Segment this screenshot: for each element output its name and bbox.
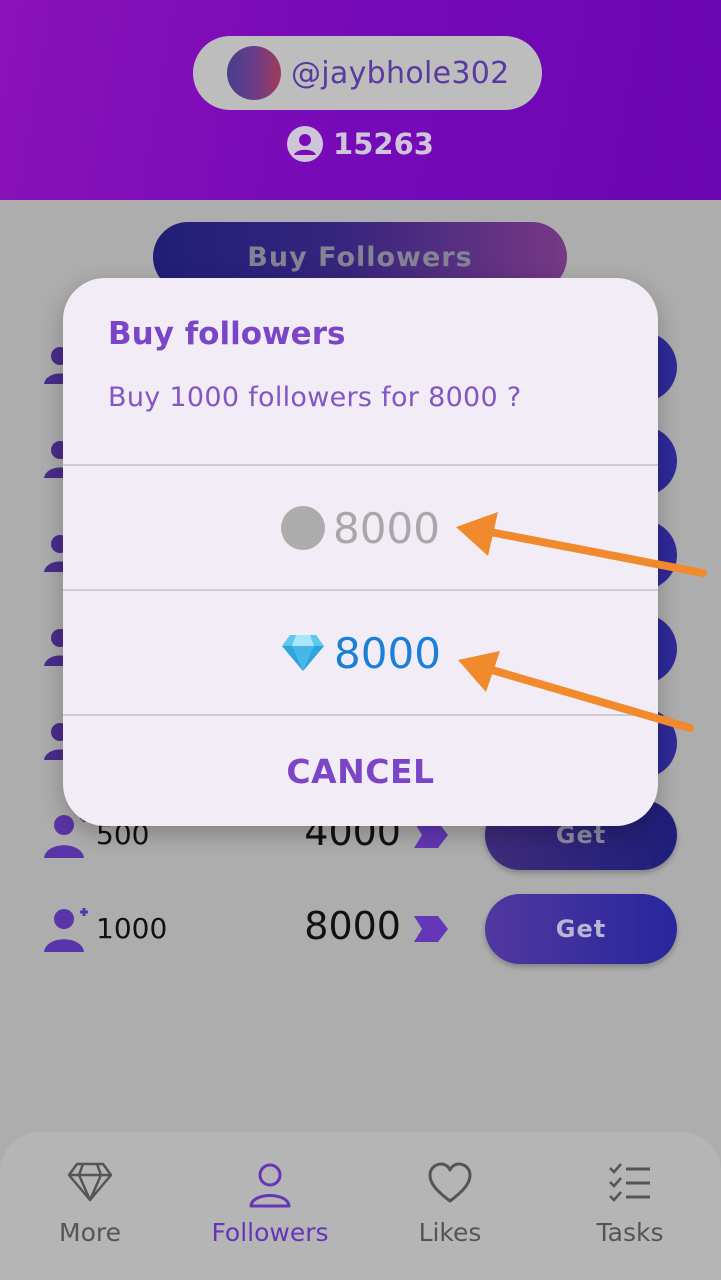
arrow-to-gem-option <box>458 651 694 732</box>
annotation-arrows <box>456 512 707 732</box>
arrow-to-coin-option <box>456 512 707 577</box>
